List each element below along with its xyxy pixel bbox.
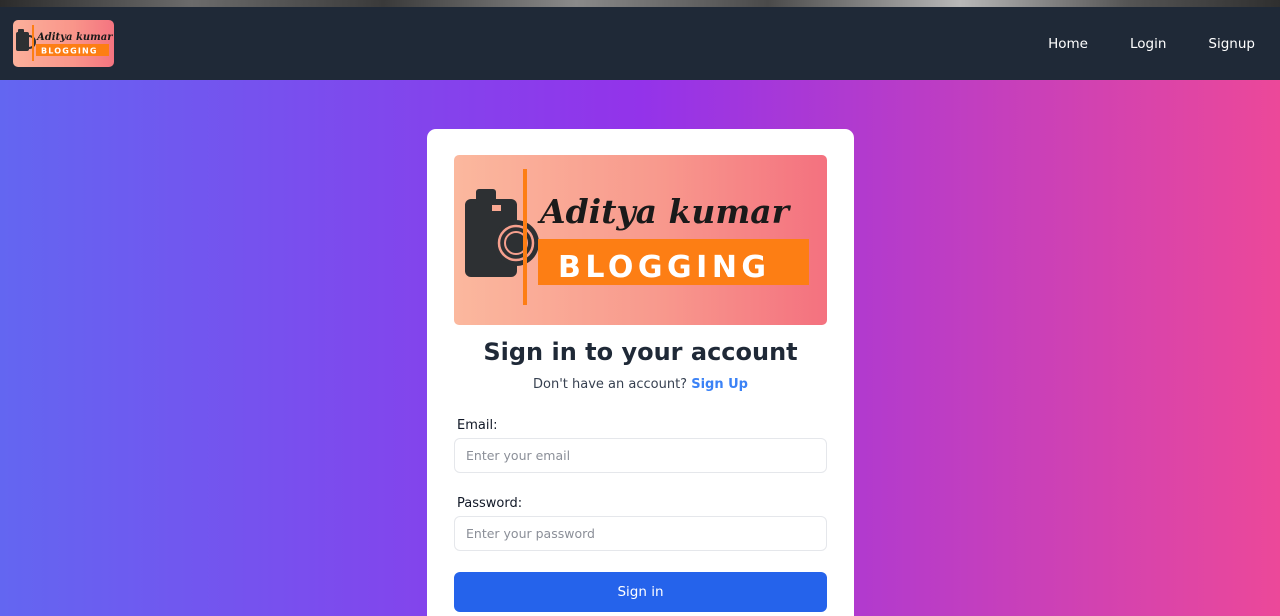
navbar: Aditya kumar BLOGGING Home Login Signup bbox=[0, 7, 1280, 80]
signup-link[interactable]: Sign Up bbox=[691, 377, 748, 392]
signup-prompt: Don't have an account? Sign Up bbox=[427, 377, 854, 392]
login-card: Aditya kumar BLOGGING Sign in to your ac… bbox=[427, 129, 854, 616]
camera-logo-icon: Aditya kumar BLOGGING bbox=[16, 25, 113, 61]
page-title: Sign in to your account bbox=[483, 338, 798, 366]
nav-login-link[interactable]: Login bbox=[1130, 36, 1166, 52]
email-input[interactable] bbox=[454, 438, 827, 473]
logo-line2: BLOGGING bbox=[41, 47, 98, 56]
logo-line1: Aditya kumar bbox=[36, 32, 113, 43]
password-label: Password: bbox=[457, 496, 523, 511]
nav-signup-link[interactable]: Signup bbox=[1208, 36, 1255, 52]
gradient-background: Aditya kumar BLOGGING Sign in to your ac… bbox=[0, 80, 1280, 616]
signup-prompt-text: Don't have an account? bbox=[533, 377, 688, 392]
nav-home-link[interactable]: Home bbox=[1048, 36, 1088, 52]
email-label: Email: bbox=[457, 418, 498, 433]
hero-logo-line2: BLOGGING bbox=[558, 250, 771, 285]
top-image-strip bbox=[0, 0, 1280, 7]
nav-links: Home Login Signup bbox=[1006, 7, 1255, 80]
password-input[interactable] bbox=[454, 516, 827, 551]
nav-logo[interactable]: Aditya kumar BLOGGING bbox=[13, 20, 114, 67]
hero-logo-line1: Aditya kumar bbox=[537, 192, 792, 231]
sign-in-button[interactable]: Sign in bbox=[454, 572, 827, 612]
hero-logo: Aditya kumar BLOGGING bbox=[454, 155, 827, 325]
camera-logo-icon: Aditya kumar BLOGGING bbox=[465, 169, 809, 305]
